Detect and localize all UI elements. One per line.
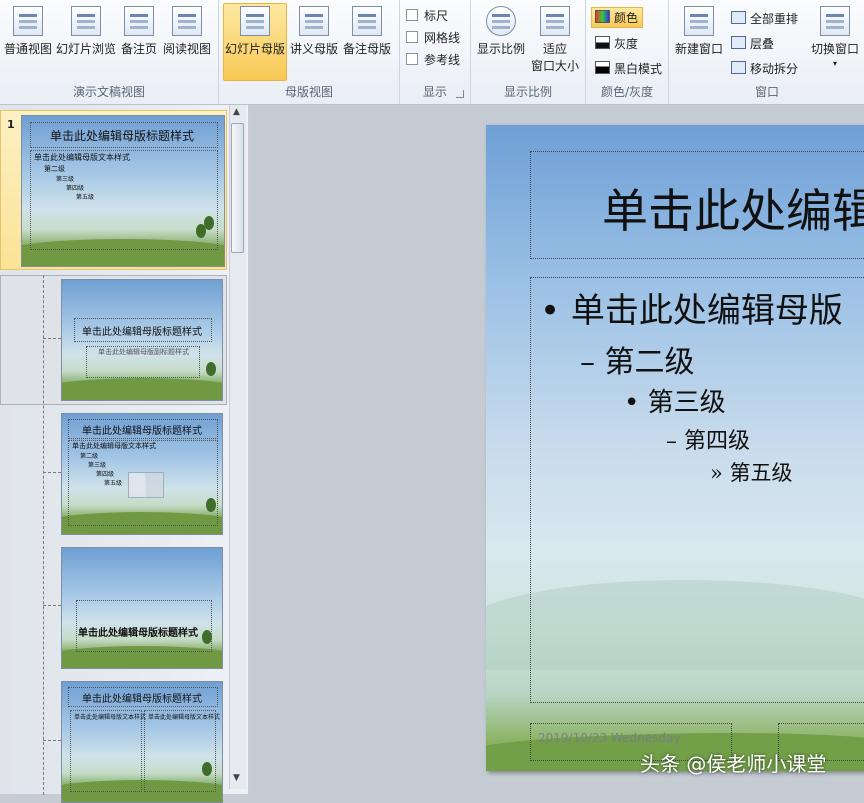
arrange-all-icon bbox=[731, 11, 746, 24]
tree-graphic bbox=[206, 362, 216, 376]
layout-tree-connector bbox=[43, 740, 61, 741]
bullet-level-2: – 第二级 bbox=[580, 345, 695, 380]
thumbnail-title: 单击此处编辑母版标题样式 bbox=[82, 694, 202, 705]
slide-number: 1 bbox=[7, 118, 15, 131]
group-label: 母版视图 bbox=[284, 85, 333, 99]
thumbnail-title: 单击此处编辑母版标题样式 bbox=[82, 426, 202, 437]
scrollbar-thumb[interactable] bbox=[231, 123, 244, 253]
switch-window-button[interactable]: 切换窗口 ▾ bbox=[811, 4, 859, 68]
thumbnail-subtitle: 单击此处编辑母版副标题样式 bbox=[98, 348, 189, 356]
normal-view-button[interactable]: 普通视图 bbox=[4, 4, 52, 57]
slide-master-icon bbox=[240, 6, 270, 36]
notes-page-button[interactable]: 备注页 bbox=[121, 4, 157, 57]
new-window-icon bbox=[684, 6, 714, 36]
group-presentation-views: 普通视图 幻灯片浏览 备注页 阅读视图 演示文稿视图 bbox=[0, 0, 219, 104]
thumbnail-two-content-layout[interactable]: 单击此处编辑母版标题样式 单击此处编辑母版文本样式 单击此处编辑母版文本样式 bbox=[61, 681, 223, 803]
checkbox-box bbox=[406, 31, 418, 43]
cascade-button[interactable]: 层叠 bbox=[731, 35, 774, 52]
thumbnail-left-bullet: 单击此处编辑母版文本样式 bbox=[74, 714, 147, 721]
dialog-launcher-icon[interactable] bbox=[456, 90, 464, 98]
bullet-level-5: » 第五级 bbox=[710, 461, 793, 485]
main-slide-canvas[interactable]: 单击此处编辑 • 单击此处编辑母版 – 第二级 • 第三级 – 第四级 » 第五… bbox=[486, 125, 864, 771]
group-label: 显示比例 bbox=[503, 85, 552, 99]
thumbnail-bullet-5: 第五级 bbox=[104, 480, 123, 487]
fit-window-icon bbox=[540, 6, 570, 36]
thumbnail-bullet-5: 第五级 bbox=[76, 194, 95, 201]
grayscale-button[interactable]: 灰度 bbox=[595, 35, 638, 52]
fit-to-window-button[interactable]: 适应 窗口大小 bbox=[531, 4, 579, 74]
thumbnail-section-header-layout[interactable]: 单击此处编辑母版标题样式 bbox=[61, 547, 223, 669]
thumbnail-right-bullet: 单击此处编辑母版文本样式 bbox=[148, 714, 221, 721]
layout-tree-connector bbox=[43, 338, 61, 339]
bullet-level-1: • 单击此处编辑母版 bbox=[540, 291, 843, 331]
notes-master-button[interactable]: 备注母版 bbox=[343, 4, 391, 57]
group-label: 窗口 bbox=[754, 85, 779, 99]
notes-master-icon bbox=[352, 6, 382, 36]
switch-window-icon bbox=[820, 6, 850, 36]
group-show: 标尺 网格线 参考线 显示 bbox=[400, 0, 471, 104]
zoom-button[interactable]: 显示比例 bbox=[477, 4, 525, 57]
slide-date: 2019/10/23 Wednesday bbox=[538, 731, 681, 745]
thumbnail-title-layout[interactable]: 单击此处编辑母版标题样式 单击此处编辑母版副标题样式 bbox=[61, 279, 223, 401]
ruler-checkbox[interactable]: 标尺 bbox=[406, 7, 448, 24]
move-split-icon bbox=[731, 61, 746, 74]
arrange-all-button[interactable]: 全部重排 bbox=[731, 10, 798, 27]
notes-page-icon bbox=[124, 6, 154, 36]
slide-sorter-button[interactable]: 幻灯片浏览 bbox=[56, 4, 116, 57]
watermark-text: 头条 @侯老师小课堂 bbox=[640, 752, 827, 776]
layout-tree-connector bbox=[43, 472, 61, 473]
thumbnail-scrollbar[interactable]: ▲ ▼ bbox=[229, 105, 246, 789]
color-button[interactable]: 颜色 bbox=[591, 7, 644, 28]
black-white-button[interactable]: 黑白模式 bbox=[595, 60, 662, 77]
black-white-swatch-icon bbox=[595, 61, 610, 74]
thumbnail-title-content-layout[interactable]: 单击此处编辑母版标题样式 单击此处编辑母版文本样式 第二级 第三级 第四级 第五… bbox=[61, 413, 223, 535]
chevron-down-icon: ▾ bbox=[833, 59, 838, 68]
reading-view-icon bbox=[172, 6, 202, 36]
thumbnail-title: 单击此处编辑母版标题样式 bbox=[78, 628, 198, 639]
group-window: 新建窗口 全部重排 层叠 移动拆分 切换窗口 ▾ 窗口 bbox=[669, 0, 864, 104]
reading-view-button[interactable]: 阅读视图 bbox=[163, 4, 211, 57]
layout-tree-connector bbox=[43, 605, 61, 606]
thumbnail-slide-master[interactable]: 单击此处编辑母版标题样式 单击此处编辑母版文本样式 第二级 第三级 第四级 第五… bbox=[21, 115, 225, 267]
group-zoom: 显示比例 适应 窗口大小 显示比例 bbox=[471, 0, 586, 104]
checkbox-box bbox=[406, 9, 418, 21]
new-window-button[interactable]: 新建窗口 bbox=[675, 4, 723, 57]
normal-view-icon bbox=[13, 6, 43, 36]
checkbox-box bbox=[406, 53, 418, 65]
thumbnail-title: 单击此处编辑母版标题样式 bbox=[82, 327, 202, 338]
magnifier-icon bbox=[486, 6, 516, 36]
group-color-grayscale: 颜色 灰度 黑白模式 颜色/灰度 bbox=[586, 0, 669, 104]
group-label: 颜色/灰度 bbox=[600, 85, 654, 99]
guides-checkbox[interactable]: 参考线 bbox=[406, 51, 460, 68]
bullet-level-4: – 第四级 bbox=[666, 429, 751, 454]
ribbon: 普通视图 幻灯片浏览 备注页 阅读视图 演示文稿视图 幻灯片母版 讲义母版 备注… bbox=[0, 0, 864, 105]
slide-sorter-icon bbox=[71, 6, 101, 36]
cascade-icon bbox=[731, 36, 746, 49]
gridlines-checkbox[interactable]: 网格线 bbox=[406, 29, 460, 46]
handout-master-button[interactable]: 讲义母版 bbox=[290, 4, 338, 57]
scroll-up-arrow-icon[interactable]: ▲ bbox=[233, 107, 240, 117]
thumbnail-title: 单击此处编辑母版标题样式 bbox=[50, 129, 195, 143]
group-label: 演示文稿视图 bbox=[72, 85, 145, 99]
thumbnail-bullet-1: 单击此处编辑母版文本样式 bbox=[34, 153, 130, 162]
scroll-down-arrow-icon[interactable]: ▼ bbox=[233, 773, 240, 783]
insert-content-icons bbox=[128, 472, 164, 498]
group-master-views: 幻灯片母版 讲义母版 备注母版 母版视图 bbox=[219, 0, 400, 104]
color-swatch-icon bbox=[595, 10, 610, 23]
slide-master-button[interactable]: 幻灯片母版 bbox=[223, 3, 287, 81]
grayscale-swatch-icon bbox=[595, 36, 610, 49]
move-split-button[interactable]: 移动拆分 bbox=[731, 60, 798, 77]
bullet-level-3: • 第三级 bbox=[624, 388, 726, 418]
layout-tree-connector bbox=[43, 275, 44, 795]
hill-graphic bbox=[62, 378, 222, 400]
handout-master-icon bbox=[299, 6, 329, 36]
slide-title: 单击此处编辑 bbox=[602, 184, 864, 238]
